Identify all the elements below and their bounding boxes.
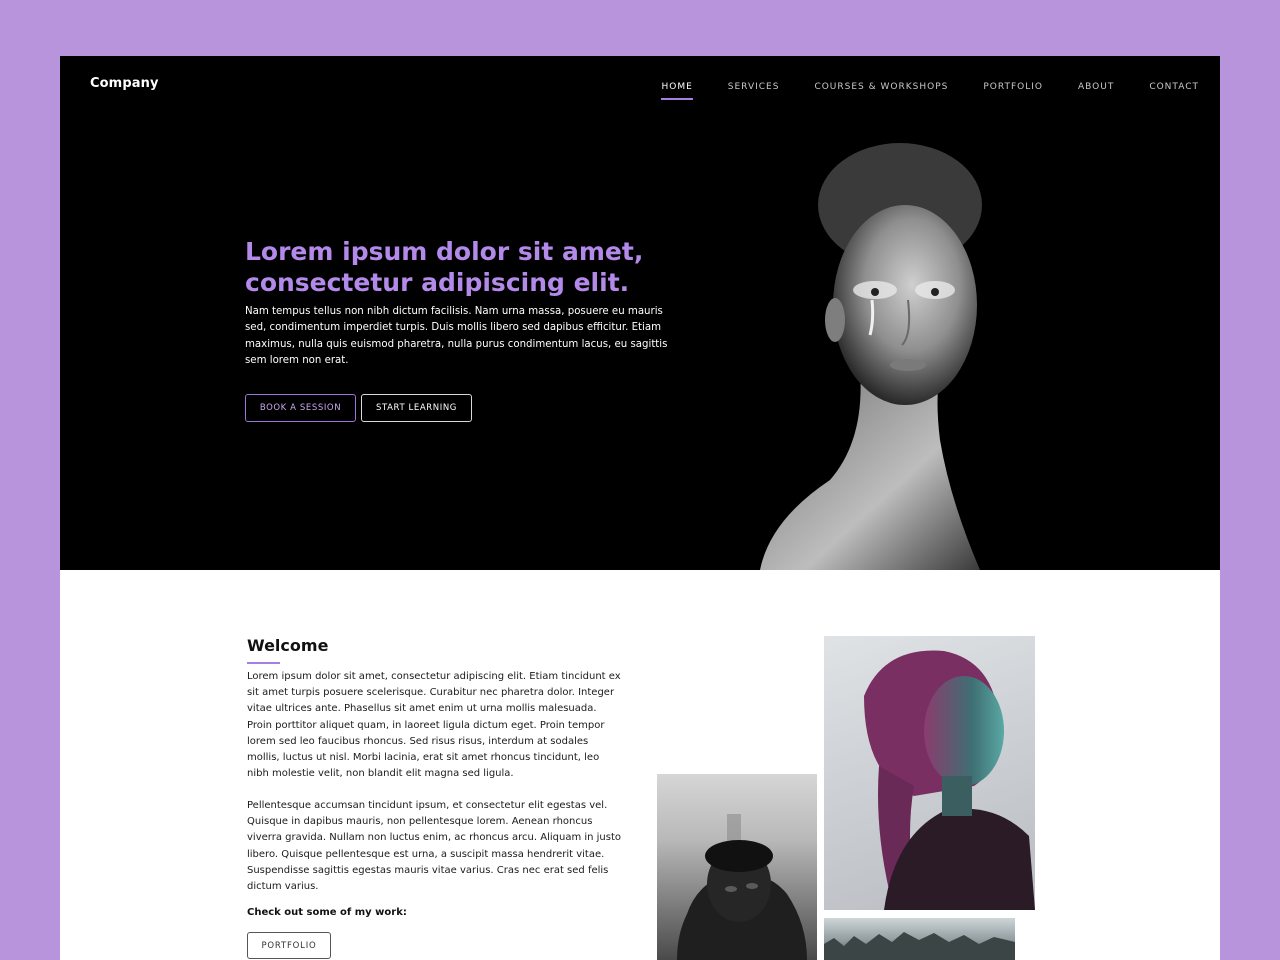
website-frame: Company HOME SERVICES COURSES & WORKSHOP… xyxy=(60,56,1220,960)
book-session-button[interactable]: BOOK A SESSION xyxy=(245,394,356,422)
nav-item-courses-workshops[interactable]: COURSES & WORKSHOPS xyxy=(814,82,948,100)
man-portrait-image xyxy=(677,814,807,960)
welcome-paragraph-1: Lorem ipsum dolor sit amet, consectetur … xyxy=(247,671,621,780)
nav-item-portfolio[interactable]: PORTFOLIO xyxy=(983,82,1043,100)
hero-portrait-image xyxy=(760,143,982,570)
start-learning-button[interactable]: START LEARNING xyxy=(361,394,472,422)
portfolio-button[interactable]: PORTFOLIO xyxy=(247,932,331,959)
nav-item-home[interactable]: HOME xyxy=(661,82,694,100)
nav-item-about[interactable]: ABOUT xyxy=(1078,82,1114,100)
welcome-paragraph-2: Pellentesque accumsan tincidunt ipsum, e… xyxy=(247,800,622,893)
welcome-heading: Welcome xyxy=(247,636,329,655)
company-logo[interactable]: Company xyxy=(90,76,159,91)
main-nav: HOME SERVICES COURSES & WORKSHOPS PORTFO… xyxy=(626,82,1199,100)
nav-item-contact[interactable]: CONTACT xyxy=(1149,82,1199,100)
work-label: Check out some of my work: xyxy=(247,907,407,918)
forest-image xyxy=(824,932,1015,960)
hero-description: Nam tempus tellus non nibh dictum facili… xyxy=(245,306,668,366)
hero-section: Company HOME SERVICES COURSES & WORKSHOP… xyxy=(60,56,1220,570)
nav-item-services[interactable]: SERVICES xyxy=(728,82,780,100)
gallery-photo-forest[interactable] xyxy=(824,918,1015,960)
hero-title: Lorem ipsum dolor sit amet, consectetur … xyxy=(245,237,644,297)
gallery-photo-woman[interactable] xyxy=(824,636,1035,910)
heading-underline xyxy=(247,662,280,664)
woman-portrait-image xyxy=(864,650,1035,910)
gallery-photo-man[interactable] xyxy=(657,774,817,960)
